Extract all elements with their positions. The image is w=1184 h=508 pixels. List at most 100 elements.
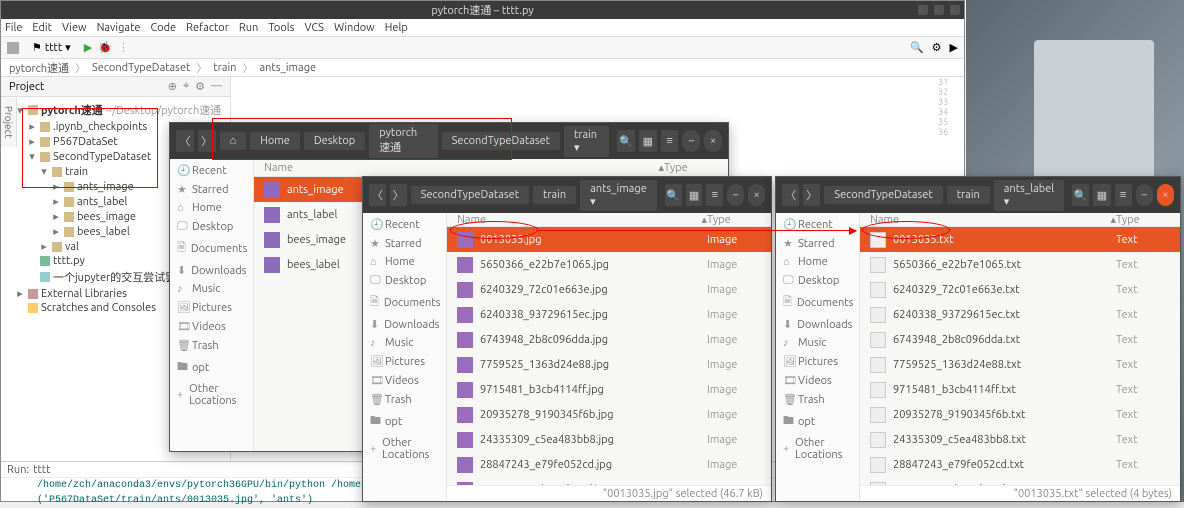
list-row[interactable]: 20935278_9190345f6b.jpgImage	[447, 402, 771, 427]
tree-item[interactable]: Scratches and Consoles	[41, 302, 156, 314]
fm1-crumb[interactable]: SecondTypeDataset	[442, 132, 560, 150]
sidebar-item[interactable]: +Other Locations	[363, 434, 446, 464]
debug-button[interactable]: 🐞	[98, 41, 112, 54]
project-sidetab[interactable]: Project	[1, 97, 17, 147]
tree-item[interactable]: .ipynb_checkpoints	[53, 121, 147, 133]
tree-root[interactable]: pytorch速通	[41, 102, 103, 118]
crumb[interactable]: ants_image	[259, 62, 316, 74]
search-icon[interactable]: 🔍	[617, 130, 635, 152]
list-row[interactable]: 6240329_72c01e663e.txtText	[860, 277, 1180, 302]
col-name[interactable]: Name	[264, 162, 658, 174]
close-icon[interactable]: –	[727, 184, 744, 206]
close-icon[interactable]	[950, 5, 960, 15]
back-button[interactable]: 〈	[782, 184, 799, 206]
sidebar-item[interactable]: 🗑Trash	[363, 390, 446, 409]
collapse-icon[interactable]: ⊕	[168, 80, 177, 93]
sidebar-item[interactable]: ⬇Downloads	[170, 261, 253, 280]
grid-icon[interactable]: ▦	[686, 184, 703, 206]
list-row[interactable]: 20935278_9190345f6b.txtText	[860, 402, 1180, 427]
list-row[interactable]: 7759525_1363d24e88.txtText	[860, 352, 1180, 377]
list-row[interactable]: 7759525_1363d24e88.jpgImage	[447, 352, 771, 377]
sidebar-item[interactable]: 🗑Trash	[170, 336, 253, 355]
list-row[interactable]: 9715481_b3cb4114ff.txtText	[860, 377, 1180, 402]
sidebar-item[interactable]: 🖵Desktop	[170, 217, 253, 236]
list-row[interactable]: 28847243_e79fe052cd.jpgImage	[447, 452, 771, 477]
fm3-crumb[interactable]: train	[947, 186, 990, 204]
menu-window[interactable]: Window	[334, 22, 375, 34]
sidebar-item[interactable]: 🗎Documents	[170, 236, 253, 261]
hide-icon[interactable]: —	[211, 80, 222, 93]
menu-icon[interactable]: ≡	[706, 184, 723, 206]
sidebar-item[interactable]: ⌂Home	[363, 253, 446, 271]
menu-code[interactable]: Code	[150, 22, 176, 34]
list-row[interactable]: 6240329_72c01e663e.jpgImage	[447, 277, 771, 302]
run-target[interactable]: tttt	[33, 464, 50, 476]
tree-item[interactable]: ants_image	[77, 181, 134, 193]
sidebar-item[interactable]: 🖼Pictures	[170, 298, 253, 317]
search-icon[interactable]: 🔍	[1072, 184, 1089, 206]
sidebar-item[interactable]: 🎞Videos	[363, 371, 446, 390]
crumb[interactable]: train	[213, 62, 236, 74]
menu-tools[interactable]: Tools	[268, 22, 294, 34]
fwd-button[interactable]: 〉	[198, 130, 216, 152]
close-icon[interactable]: –	[1136, 184, 1153, 206]
sidebar-item[interactable]: ⬇Downloads	[776, 315, 859, 334]
sidebar-item[interactable]: +Other Locations	[776, 434, 859, 464]
hammer-icon[interactable]	[7, 42, 19, 54]
list-row[interactable]: 6240338_93729615ec.txtText	[860, 302, 1180, 327]
list-row[interactable]: 5650366_e22b7e1065.txtText	[860, 252, 1180, 277]
tree-item[interactable]: P567DataSet	[53, 136, 118, 148]
fm1-crumb[interactable]: Desktop	[304, 132, 365, 150]
sidebar-item[interactable]: 🕘Recent	[363, 215, 446, 234]
sidebar-item[interactable]: ★Starred	[363, 234, 446, 253]
list-row[interactable]: 9715481_b3cb4114ff.jpgImage	[447, 377, 771, 402]
list-row[interactable]: 24335309_c5ea483bb8.jpgImage	[447, 427, 771, 452]
sidebar-item[interactable]: 🖼Pictures	[363, 352, 446, 371]
grid-icon[interactable]: ▦	[1093, 184, 1110, 206]
list-row[interactable]: 24335309_c5ea483bb8.txtText	[860, 427, 1180, 452]
menu-help[interactable]: Help	[385, 22, 408, 34]
fm3-crumb[interactable]: SecondTypeDataset	[824, 186, 942, 204]
back-button[interactable]: 〈	[176, 130, 194, 152]
back-button[interactable]: 〈	[369, 184, 386, 206]
close-icon[interactable]: ×	[704, 130, 722, 152]
tree-item[interactable]: val	[65, 241, 79, 253]
menu-navigate[interactable]: Navigate	[97, 22, 141, 34]
fm1-crumb[interactable]: train ▾	[564, 126, 609, 157]
fm2-crumb[interactable]: ants_image ▾	[580, 180, 657, 211]
fm1-crumb[interactable]: pytorch速通	[369, 124, 437, 158]
sidebar-item[interactable]: ⌂Home	[170, 199, 253, 217]
project-pane-title[interactable]: Project	[9, 81, 44, 93]
close-icon[interactable]: –	[682, 130, 700, 152]
sidebar-item[interactable]: 🗑Trash	[776, 390, 859, 409]
menu-refactor[interactable]: Refactor	[186, 22, 229, 34]
grid-icon[interactable]: ▦	[639, 130, 657, 152]
col-type[interactable]: Type	[707, 214, 761, 226]
sidebar-item[interactable]: 🖿opt	[776, 409, 859, 434]
target-icon[interactable]: ⌖	[183, 80, 189, 93]
menu-run[interactable]: Run	[239, 22, 258, 34]
sidebar-item[interactable]: 🕘Recent	[776, 215, 859, 234]
tree-item[interactable]: SecondTypeDataset	[53, 151, 151, 163]
tree-item[interactable]: bees_image	[77, 211, 136, 223]
maximize-icon[interactable]	[934, 5, 944, 15]
menu-vcs[interactable]: VCS	[304, 22, 324, 34]
fm1-crumb[interactable]: Home	[250, 132, 300, 150]
close-icon[interactable]: ×	[748, 184, 765, 206]
sidebar-item[interactable]: 🕘Recent	[170, 161, 253, 180]
sidebar-item[interactable]: 🖿opt	[363, 409, 446, 434]
sidebar-item[interactable]: 🎞Videos	[776, 371, 859, 390]
sidebar-item[interactable]: 🖵Desktop	[776, 271, 859, 290]
tree-item[interactable]: External Libraries	[41, 288, 127, 300]
crumb[interactable]: SecondTypeDataset	[92, 62, 190, 74]
run-config-select[interactable]: ⚑ tttt ▾	[25, 39, 78, 56]
sidebar-item[interactable]: ⌂Home	[776, 253, 859, 271]
list-row[interactable]: 6743948_2b8c096dda.txtText	[860, 327, 1180, 352]
sidebar-item[interactable]: ♪Music	[363, 334, 446, 352]
list-row[interactable]: 6743948_2b8c096dda.jpgImage	[447, 327, 771, 352]
search-icon[interactable]: 🔍	[910, 41, 924, 54]
fm2-crumb[interactable]: train	[533, 186, 576, 204]
notif-icon[interactable]: ▶	[950, 41, 958, 54]
crumb[interactable]: pytorch速通	[9, 60, 69, 76]
sidebar-item[interactable]: +Other Locations	[170, 380, 253, 410]
